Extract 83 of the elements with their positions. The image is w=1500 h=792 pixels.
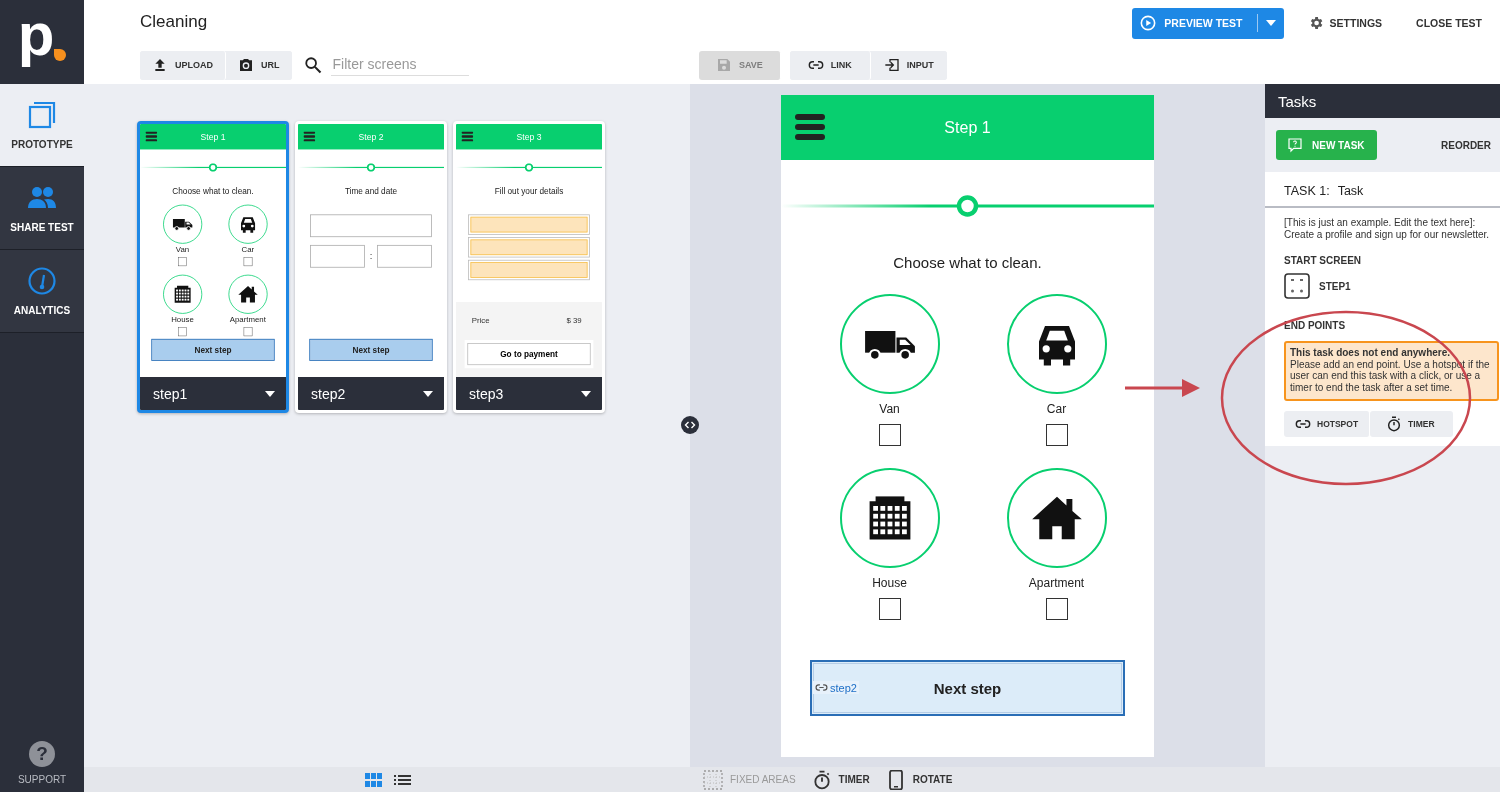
slider-thumb[interactable] (366, 163, 376, 172)
screen-icon (1284, 273, 1310, 299)
settings-button[interactable]: SETTINGS (1307, 15, 1383, 31)
logo-letter: p (17, 0, 55, 70)
slider-thumb[interactable] (208, 163, 218, 172)
caret-icon[interactable] (265, 390, 275, 397)
option-circle[interactable] (839, 294, 940, 394)
camera-icon (238, 57, 254, 73)
option-label: Apartment (1028, 576, 1085, 590)
checkbox[interactable] (878, 598, 901, 620)
sidebar-item[interactable]: PROTOTYPE (0, 84, 84, 167)
payment-button[interactable]: Go to payment (467, 343, 591, 366)
screen-heading: Choose what to clean. (172, 186, 254, 196)
rotate-button[interactable]: ROTATE (885, 769, 953, 790)
option-circle[interactable] (1006, 294, 1107, 394)
search-icon[interactable] (303, 56, 322, 74)
checkbox[interactable] (878, 424, 901, 446)
timer-icon (811, 769, 832, 790)
menu-icon[interactable] (145, 131, 158, 142)
close-test-button[interactable]: CLOSE TEST (1416, 17, 1482, 29)
screen-name: step1 (153, 385, 188, 402)
screen-heading: Choose what to clean. (893, 254, 1042, 271)
screen-name: step2 (311, 385, 346, 402)
screen-thumbnail-card[interactable]: Step 2 Time and date : Next step step2 (295, 121, 447, 413)
menu-icon[interactable] (303, 131, 316, 142)
option-label: Van (879, 402, 900, 416)
timer-icon (1386, 416, 1403, 432)
task-description[interactable]: [This is just an example. Edit the text here]: Create a profile and sign up for our newsletter. (1284, 208, 1500, 241)
project-title: Cleaning (140, 11, 208, 32)
caret-icon[interactable] (581, 390, 591, 397)
preview-test-button[interactable]: PREVIEW TEST (1132, 7, 1284, 39)
task-name[interactable]: Task (1337, 184, 1364, 198)
play-icon (1140, 15, 1157, 31)
resize-handle[interactable] (681, 416, 699, 434)
warning-title: This task does not end anywhere. (1290, 347, 1452, 359)
menu-icon[interactable] (795, 114, 825, 140)
checkbox[interactable] (1045, 598, 1068, 620)
option-circle[interactable] (839, 468, 940, 568)
floppy-icon (716, 57, 732, 73)
panel-title: Tasks (1278, 92, 1317, 110)
dotted-square-icon (703, 769, 723, 790)
next-step-button[interactable]: Next step (151, 338, 275, 361)
building-icon (172, 284, 193, 304)
upload-icon (152, 57, 168, 73)
checkbox[interactable] (1045, 424, 1068, 446)
screen-title: Step 1 (200, 131, 226, 142)
time-separator: : (369, 250, 373, 262)
reorder-button[interactable]: REORDER (1441, 139, 1491, 151)
sidebar-item[interactable]: SHARE TEST (0, 167, 84, 250)
layers-icon (27, 100, 57, 130)
gauge-icon (27, 266, 57, 296)
timer-button[interactable]: TIMER (811, 769, 870, 790)
screen-heading: Fill out your details (494, 186, 564, 196)
option-circle[interactable] (1006, 468, 1107, 568)
screen-title: Step 1 (944, 118, 991, 137)
next-step-button[interactable]: Next step (309, 338, 433, 361)
option-label: House (872, 576, 907, 590)
house-icon (237, 284, 258, 304)
hotspot-button[interactable]: HOTSPOT (1284, 411, 1371, 437)
link-badge[interactable]: step2 (813, 681, 859, 694)
slider-thumb[interactable] (524, 163, 534, 172)
timer-button[interactable]: TIMER (1370, 411, 1453, 437)
sidebar-item[interactable]: ANALYTICS (0, 250, 84, 333)
screen-heading: Time and date (344, 186, 398, 196)
support-link[interactable]: SUPPORT (17, 774, 67, 785)
help-icon[interactable]: ? (29, 741, 55, 767)
menu-icon[interactable] (461, 131, 474, 142)
section-label: START SCREEN (1284, 255, 1363, 266)
screen-title: Step 2 (358, 131, 384, 142)
upload-button[interactable]: UPLOAD (140, 50, 226, 80)
screen-name: step3 (469, 385, 504, 402)
speech-bubble-icon (1287, 137, 1303, 153)
caret-icon[interactable] (423, 390, 433, 397)
start-screen-name[interactable]: STEP1 (1319, 280, 1351, 292)
link-icon (815, 681, 828, 694)
screen-title: Step 3 (516, 131, 542, 142)
option-label: Car (1046, 402, 1067, 416)
task-number: TASK 1: (1284, 184, 1330, 198)
grid-view-button[interactable] (365, 771, 382, 788)
input-icon (883, 57, 900, 73)
slider-thumb[interactable] (956, 195, 979, 217)
house-icon (1030, 494, 1083, 542)
link-button[interactable]: LINK (789, 50, 871, 80)
